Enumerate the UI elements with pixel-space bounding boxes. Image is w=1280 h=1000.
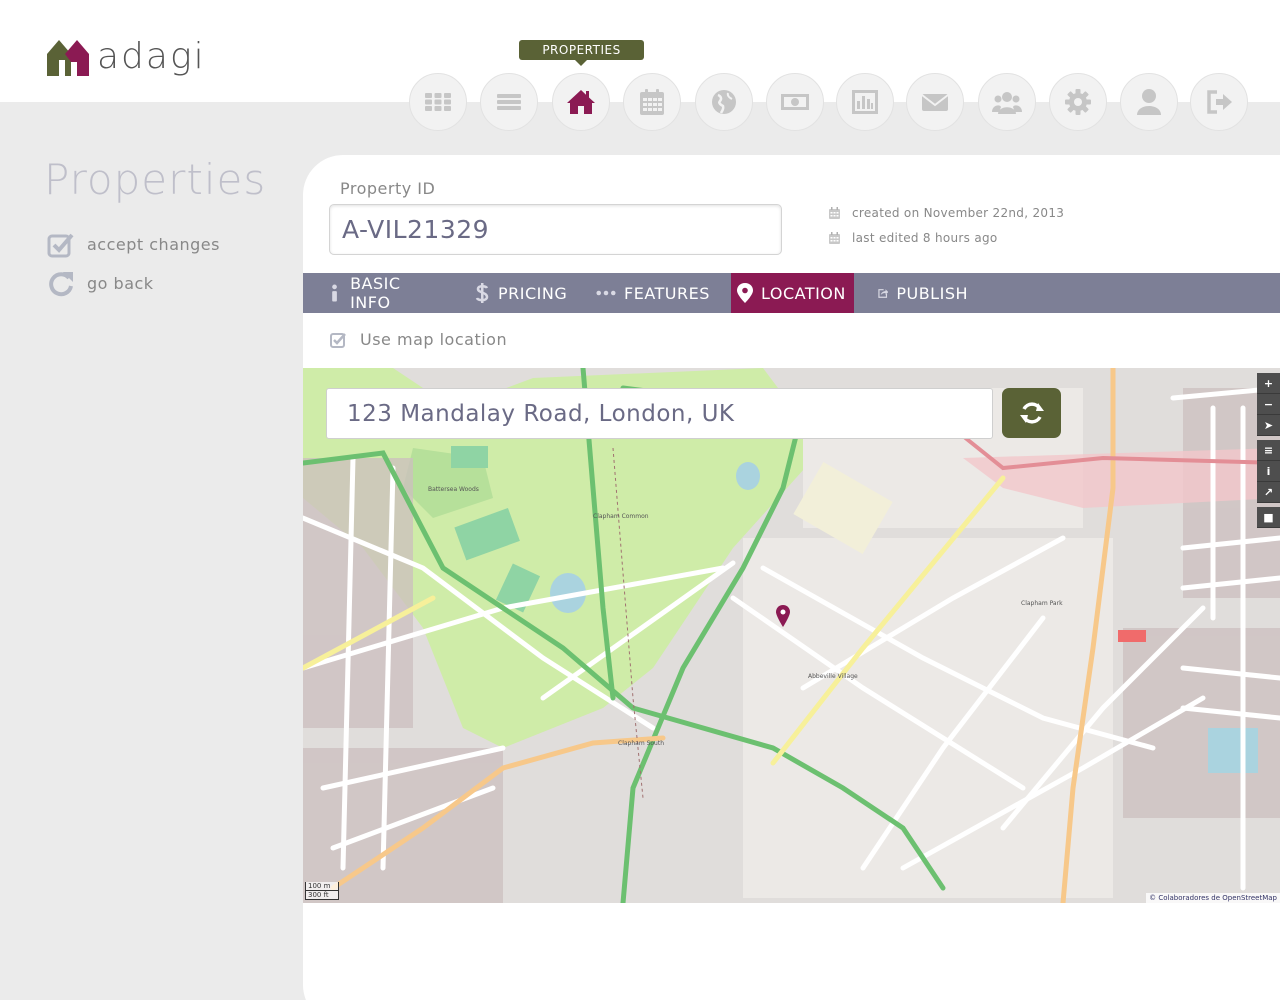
use-map-location-label: Use map location [360, 330, 508, 349]
nav-users-button[interactable] [978, 73, 1036, 131]
nav-profile-button[interactable] [1120, 73, 1178, 131]
property-id-label: Property ID [340, 179, 436, 198]
money-icon [781, 94, 809, 110]
users-icon [992, 92, 1022, 114]
nav-tooltip: PROPERTIES [519, 40, 644, 66]
property-editor-card: Property ID created on November 22nd, 20… [303, 155, 1280, 1000]
refresh-icon [1019, 402, 1044, 424]
location-map[interactable]: Battersea Woods Clapham Common Abbeville… [303, 368, 1280, 903]
map-label: Clapham South [618, 740, 665, 747]
map-attribution[interactable]: © Colaboradores de OpenStreetMap [1146, 893, 1280, 903]
accept-changes-button[interactable]: accept changes [47, 230, 220, 258]
property-id-input[interactable] [329, 204, 782, 255]
map-controls: + − ➤ ≡ i ↗ ■ [1257, 373, 1280, 528]
address-search-input[interactable] [326, 388, 993, 439]
gear-icon [1065, 89, 1091, 115]
share-map-button[interactable]: ↗ [1257, 482, 1280, 503]
map-tiles [303, 368, 1280, 903]
calendar-icon [640, 89, 664, 115]
check-square-icon [330, 333, 346, 348]
nav-calendar-button[interactable] [623, 73, 681, 131]
logo-text: adagi [97, 36, 206, 77]
map-label: Abbeville Village [808, 673, 858, 680]
check-square-icon [47, 233, 74, 258]
map-label: Clapham Park [1021, 600, 1063, 607]
nav-list-button[interactable] [480, 73, 538, 131]
nav-messages-button[interactable] [906, 73, 964, 131]
bar-chart-icon [852, 90, 878, 114]
location-marker[interactable] [776, 605, 790, 627]
share-icon [878, 289, 889, 298]
scale-imperial: 300 ft [305, 891, 339, 900]
created-date: created on November 22nd, 2013 [828, 206, 1064, 220]
tab-features[interactable]: FEATURES [590, 273, 731, 313]
tab-basic-info[interactable]: BASIC INFO [303, 273, 457, 313]
calendar-icon [829, 206, 840, 219]
nav-money-button[interactable] [766, 73, 824, 131]
app-logo[interactable]: adagi [45, 36, 206, 78]
undo-arrow-icon [49, 272, 73, 297]
map-marker-icon [737, 283, 753, 303]
nav-settings-button[interactable] [1049, 73, 1107, 131]
tab-location[interactable]: LOCATION [731, 273, 854, 313]
use-map-location-checkbox[interactable]: Use map location [330, 330, 507, 349]
nav-globe-button[interactable] [695, 73, 753, 131]
home-icon [567, 90, 595, 114]
tab-label: BASIC INFO [350, 274, 401, 312]
created-text: created on November 22nd, 2013 [852, 206, 1065, 220]
map-scale: 100 m 300 ft [305, 882, 339, 900]
tab-label: LOCATION [761, 283, 846, 303]
nav-dashboard-button[interactable] [409, 73, 467, 131]
page-title: Properties [44, 155, 267, 204]
editor-tabs: BASIC INFO PRICING FEATURES LOCATION PUB… [303, 273, 1280, 313]
nav-logout-button[interactable] [1190, 73, 1248, 131]
list-icon [497, 94, 521, 110]
dollar-icon [475, 283, 489, 303]
refresh-location-button[interactable] [1002, 388, 1061, 438]
note-button[interactable]: ■ [1257, 507, 1280, 528]
globe-icon [712, 90, 736, 114]
zoom-in-button[interactable]: + [1257, 373, 1280, 394]
nav-properties-button[interactable] [552, 73, 610, 131]
map-label: Clapham Common [593, 513, 649, 520]
sign-out-icon [1207, 90, 1232, 114]
go-back-label: go back [87, 273, 154, 293]
accept-changes-label: accept changes [87, 234, 220, 254]
logo-icon [47, 40, 89, 76]
tab-pricing[interactable]: PRICING [457, 273, 590, 313]
dashboard-grid-icon [425, 93, 451, 111]
ellipsis-icon [596, 290, 616, 296]
tab-publish[interactable]: PUBLISH [854, 273, 984, 313]
edited-text: last edited 8 hours ago [852, 231, 998, 245]
go-back-button[interactable]: go back [47, 269, 154, 297]
tab-label: PUBLISH [896, 283, 968, 303]
layers-button[interactable]: ≡ [1257, 440, 1280, 461]
app-header: adagi PROPERTIES [0, 0, 1280, 131]
map-label: Battersea Woods [428, 486, 479, 493]
envelope-icon [921, 94, 949, 111]
scale-metric: 100 m [305, 882, 339, 891]
map-info-button[interactable]: i [1257, 461, 1280, 482]
tab-label: PRICING [498, 283, 568, 303]
nav-reports-button[interactable] [836, 73, 894, 131]
zoom-out-button[interactable]: − [1257, 394, 1280, 415]
tab-label: FEATURES [624, 283, 710, 303]
user-icon [1137, 89, 1161, 115]
info-icon [332, 284, 337, 302]
edited-date: last edited 8 hours ago [828, 231, 998, 245]
calendar-icon [829, 231, 840, 244]
locate-button[interactable]: ➤ [1257, 415, 1280, 436]
